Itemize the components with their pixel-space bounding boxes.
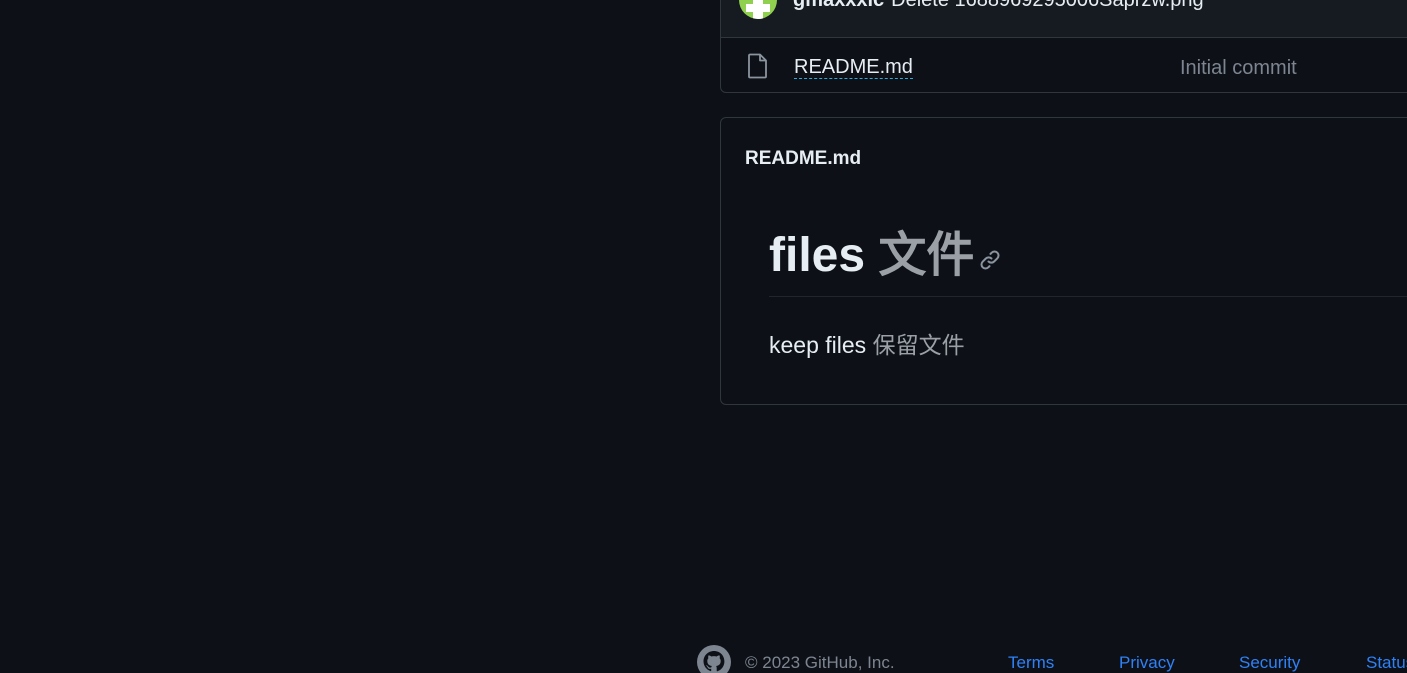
footer-link-privacy[interactable]: Privacy — [1119, 653, 1175, 673]
copyright-text: © 2023 GitHub, Inc. — [745, 653, 895, 672]
file-name-link[interactable]: README.md — [794, 56, 913, 79]
heading-text-cjk: 文件 — [878, 229, 975, 282]
readme-heading: files 文件 — [769, 226, 974, 286]
paragraph-text-latin: keep files — [769, 332, 867, 358]
file-list: gmaxxxic Delete 1688969295006Saprzw.png R… — [720, 0, 1407, 93]
heading-text-latin: files — [769, 229, 866, 282]
footer: © 2023 GitHub, Inc. Terms Privacy Securi… — [0, 640, 1407, 673]
link-icon[interactable] — [978, 248, 1002, 272]
file-commit-message[interactable]: Initial commit — [1180, 57, 1297, 80]
avatar[interactable] — [739, 0, 777, 19]
page: gmaxxxic Delete 1688969295006Saprzw.png R… — [0, 0, 1407, 673]
readme-paragraph: keep files 保留文件 — [769, 326, 965, 360]
paragraph-text-cjk: 保留文件 — [872, 332, 965, 358]
readme-panel: README.md files 文件 keep files 保留文件 — [720, 117, 1407, 405]
footer-link-status[interactable]: Status — [1366, 653, 1407, 673]
footer-link-terms[interactable]: Terms — [1008, 653, 1054, 673]
heading-divider — [769, 296, 1407, 297]
footer-link-security[interactable]: Security — [1239, 653, 1300, 673]
commit-message[interactable]: Delete 1688969295006Saprzw.png — [891, 0, 1203, 11]
readme-title[interactable]: README.md — [745, 148, 861, 170]
latest-commit: gmaxxxic Delete 1688969295006Saprzw.png — [793, 0, 1204, 12]
file-row: README.md Initial commit — [721, 38, 1407, 92]
github-logo-icon[interactable] — [696, 644, 732, 673]
latest-commit-row: gmaxxxic Delete 1688969295006Saprzw.png — [721, 0, 1407, 38]
commit-author[interactable]: gmaxxxic — [793, 0, 884, 11]
file-icon — [748, 53, 767, 79]
